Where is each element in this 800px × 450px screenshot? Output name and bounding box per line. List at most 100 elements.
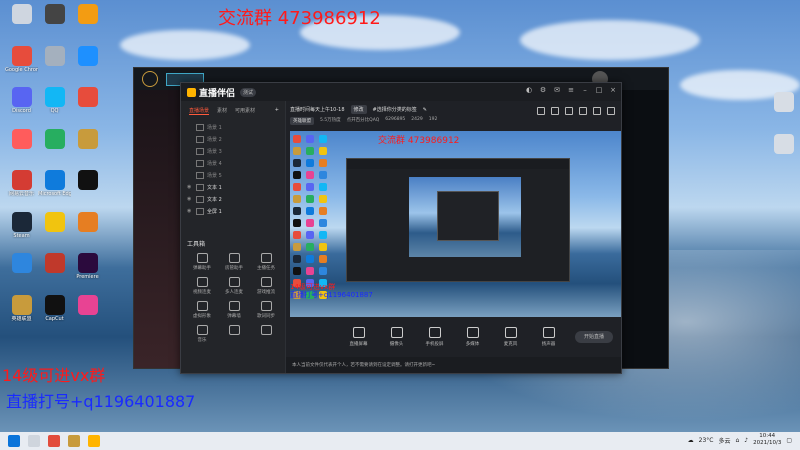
desktop-icon[interactable] (38, 127, 71, 167)
toolbox-item[interactable] (251, 323, 281, 347)
desktop-icon[interactable] (71, 210, 104, 250)
desktop-icon[interactable] (71, 44, 104, 84)
toolbox-item[interactable]: 弹幕墙 (219, 299, 249, 323)
add-scene-icon[interactable]: + (275, 107, 279, 115)
toolbox-item[interactable]: 主播任务 (251, 251, 281, 275)
system-tray: ☁ 23°C 多云 ⌂ ♪ 10:44 2021/10/3 ▢ (688, 433, 792, 447)
streaming-companion-window[interactable]: 直播伴侣 测试 ◐ ⚙ ✉ ≡ – □ × 直播场景 素材 可用素材 + 场景 … (180, 82, 622, 374)
chrome-taskbar-icon[interactable] (48, 435, 60, 447)
league-taskbar-icon[interactable] (68, 435, 80, 447)
minimize-icon[interactable]: – (581, 86, 589, 94)
source-button[interactable]: 摄像头 (382, 327, 412, 347)
source-button[interactable]: 麦克风 (496, 327, 526, 347)
source-icon (196, 123, 204, 131)
toolbox-item[interactable]: 音乐 (187, 323, 217, 347)
toolbox-item[interactable]: 弹幕助手 (187, 251, 217, 275)
desktop-icon[interactable] (38, 2, 71, 42)
toolbox-item[interactable] (219, 323, 249, 347)
start-live-button[interactable]: 开始直播 (575, 331, 613, 343)
desktop-icon[interactable]: 网易云音乐 (5, 168, 38, 208)
desktop-icon[interactable]: Microsoft Edge (38, 168, 71, 208)
visibility-icon[interactable]: ◉ (187, 184, 196, 190)
tool-label: 主播任务 (257, 266, 275, 271)
visibility-icon[interactable]: ◉ (187, 196, 196, 202)
desktop-icon[interactable] (767, 132, 800, 172)
scene-item[interactable]: 场景 2 (181, 133, 285, 145)
share-icon[interactable] (593, 107, 601, 115)
desktop-icon[interactable]: Premiere (71, 251, 104, 291)
lock-icon[interactable] (551, 107, 559, 115)
source-button[interactable]: 多媒体 (458, 327, 488, 347)
desktop-icon[interactable] (38, 210, 71, 250)
desktop-icon[interactable]: 英雄联盟 (5, 293, 38, 333)
desktop-icon[interactable] (71, 2, 104, 42)
app-icon (11, 128, 32, 149)
desktop-icon[interactable]: Discord (5, 85, 38, 125)
tool-label: 弹幕助手 (193, 266, 211, 271)
desktop-icon[interactable]: CapCut (38, 293, 71, 333)
desktop-icon[interactable] (5, 2, 38, 42)
desktop-icon[interactable] (38, 44, 71, 84)
desktop-icon[interactable] (5, 251, 38, 291)
toolbox-item[interactable]: 视频连麦 (187, 275, 217, 299)
edit-title-button[interactable]: 修改 (350, 105, 367, 114)
start-icon[interactable] (8, 435, 20, 447)
desktop-icon[interactable] (38, 251, 71, 291)
volume-icon[interactable]: ♪ (744, 437, 748, 444)
source-icon (196, 195, 204, 203)
network-icon[interactable]: ⌂ (735, 437, 739, 444)
scene-item[interactable]: ◉ 文本 1 (181, 181, 285, 193)
more-icon[interactable] (607, 107, 615, 115)
scene-item[interactable]: 场景 3 (181, 145, 285, 157)
scene-panel: 直播场景 素材 可用素材 + 场景 1 场景 2 场景 3 场景 4 场景 5 ◉ 文本 1… (181, 101, 286, 373)
app-icon (77, 45, 98, 66)
settings-icon[interactable]: ⚙ (539, 86, 547, 94)
notification-icon[interactable]: ▢ (786, 437, 792, 444)
desktop-icon[interactable]: QQ (38, 85, 71, 125)
desktop: Google Chrome Discord 网易云音乐 Steam 英雄联盟 QQ Micr… (0, 0, 800, 432)
close-icon[interactable]: × (609, 86, 617, 94)
tab-available[interactable]: 可用素材 (235, 107, 255, 115)
chat-icon[interactable] (579, 107, 587, 115)
toolbox-item[interactable]: 歌词同步 (251, 299, 281, 323)
desktop-icon[interactable] (71, 168, 104, 208)
maximize-icon[interactable]: □ (595, 86, 603, 94)
tab-materials[interactable]: 素材 (217, 107, 227, 115)
desktop-icon[interactable]: Steam (5, 210, 38, 250)
scene-item[interactable]: ◉ 文本 2 (181, 193, 285, 205)
desktop-icon[interactable]: Google Chrome (5, 44, 38, 84)
gift-icon[interactable] (565, 107, 573, 115)
qq-contact-overlay: 直播打号+q1196401887 (6, 392, 196, 411)
message-icon[interactable]: ✉ (553, 86, 561, 94)
source-icon (352, 327, 365, 338)
tab-scenes[interactable]: 直播场景 (189, 107, 210, 115)
app-icon (11, 253, 32, 273)
source-icon (196, 135, 204, 143)
source-button[interactable]: 扬声器 (534, 327, 564, 347)
toolbox-item[interactable]: 虚拟形象 (187, 299, 217, 323)
desktop-icon[interactable] (71, 293, 104, 333)
source-button[interactable]: 直播屏幕 (344, 327, 374, 347)
scene-item[interactable]: 场景 1 (181, 121, 285, 133)
category-tag[interactable]: #选择你分类的标签 (373, 106, 417, 113)
visibility-icon[interactable]: ◉ (187, 208, 196, 214)
desktop-icon[interactable] (71, 85, 104, 125)
source-button[interactable]: 手机投屏 (420, 327, 450, 347)
desktop-icon[interactable] (71, 127, 104, 167)
desktop-icon[interactable] (767, 90, 800, 130)
menu-icon[interactable]: ≡ (567, 86, 575, 94)
streaming-taskbar-icon[interactable] (88, 435, 100, 447)
edit-icon[interactable]: ✎ (423, 107, 427, 113)
desktop-icon[interactable] (5, 127, 38, 167)
record-icon[interactable] (537, 107, 545, 115)
toolbox-item[interactable]: 多人连麦 (219, 275, 249, 299)
search-icon[interactable] (28, 435, 40, 447)
scene-item[interactable]: ◉ 全屏 1 (181, 205, 285, 217)
toolbox-item[interactable]: 房管助手 (219, 251, 249, 275)
scene-item[interactable]: 场景 4 (181, 157, 285, 169)
clock[interactable]: 10:44 2021/10/3 (753, 433, 781, 447)
stream-preview[interactable]: 交流群 473986912 14级可进vx群 直播打号+q1196401887 (290, 131, 621, 317)
avatar-icon[interactable]: ◐ (525, 86, 533, 94)
toolbox-item[interactable]: 游戏推流 (251, 275, 281, 299)
scene-item[interactable]: 场景 5 (181, 169, 285, 181)
